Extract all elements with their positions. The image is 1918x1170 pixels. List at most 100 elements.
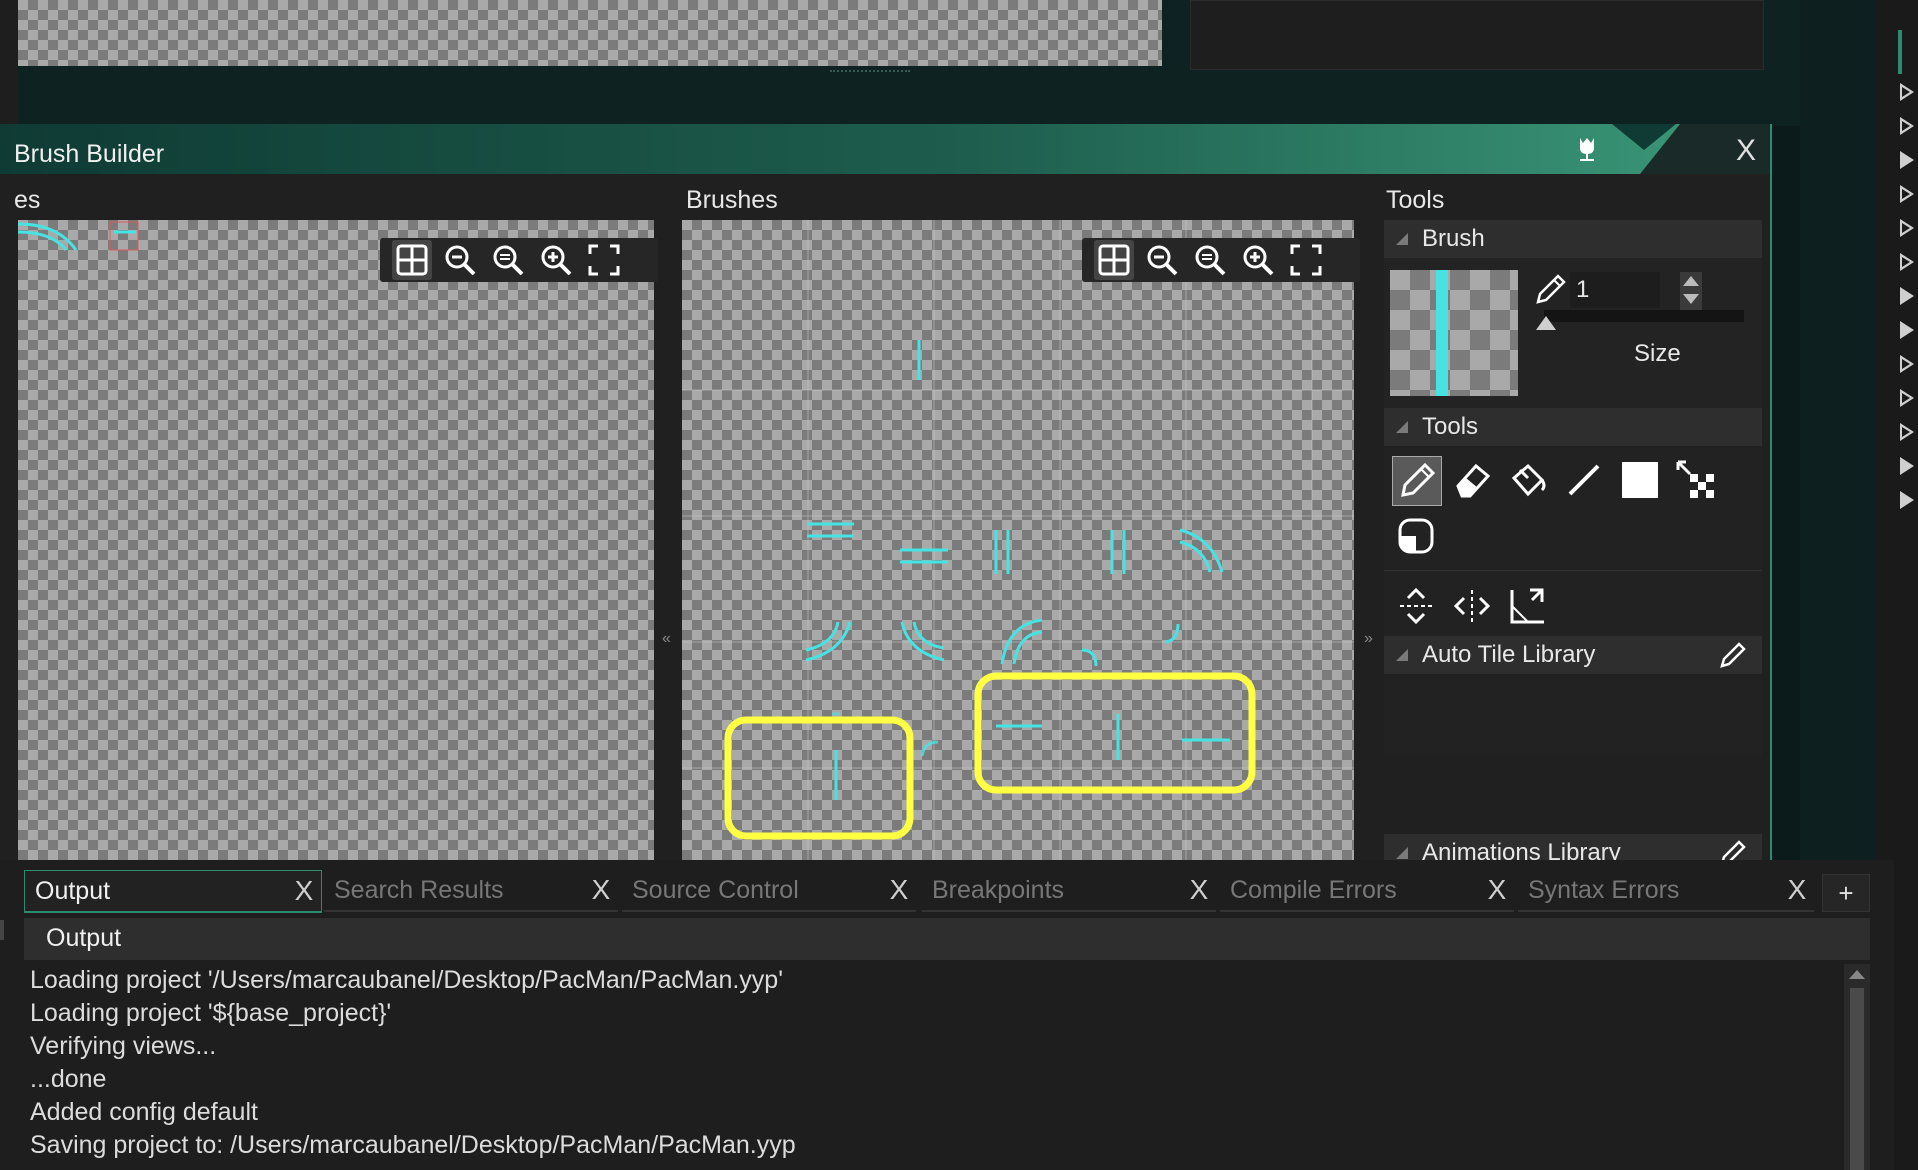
add-tab-button[interactable]: + [1822, 874, 1870, 912]
log-line: Loading project '${base_project}' [30, 999, 392, 1027]
tab-close-button[interactable]: X [287, 875, 321, 907]
brushes-panel-header: Brushes [686, 186, 778, 214]
zoom-in-icon[interactable] [536, 240, 576, 280]
line-tool-button[interactable] [1560, 456, 1608, 504]
tileset-canvas[interactable] [18, 220, 654, 860]
grid-toggle-icon[interactable] [392, 240, 432, 280]
expand-arrow-icon[interactable] [1900, 423, 1914, 441]
zoom-out-icon[interactable] [1142, 240, 1182, 280]
select-tool-button[interactable] [1672, 456, 1720, 504]
pencil-icon [1532, 272, 1568, 308]
tab-syntax-errors[interactable]: Syntax Errors X [1518, 870, 1814, 912]
output-scrollbar[interactable] [1844, 964, 1870, 1170]
pin-icon[interactable] [1572, 134, 1602, 164]
line-icon [1568, 464, 1600, 496]
output-header-bar: Output [24, 918, 1870, 960]
collapse-left-handle[interactable]: « [662, 630, 671, 648]
expand-arrow-icon[interactable] [1900, 321, 1914, 339]
tab-close-button[interactable]: X [882, 874, 916, 906]
left-panel-header: es [14, 186, 41, 214]
auto-tile-section-header[interactable]: Auto Tile Library [1384, 636, 1762, 674]
ellipse-tool-button[interactable] [1392, 512, 1440, 560]
log-line: ...done [30, 1065, 107, 1093]
brush-section-header[interactable]: Brush [1384, 220, 1762, 258]
log-line: Loading project '/Users/marcaubanel/Desk… [30, 966, 783, 994]
flip-vertical-icon [1400, 587, 1432, 625]
stepper-down-icon[interactable] [1683, 294, 1699, 304]
size-stepper[interactable] [1680, 272, 1702, 310]
tab-breakpoints[interactable]: Breakpoints X [922, 870, 1216, 912]
ellipse-icon [1398, 518, 1434, 554]
pencil-icon [1401, 462, 1436, 497]
tab-compile-errors[interactable]: Compile Errors X [1220, 870, 1514, 912]
brushes-grid-and-tiles [682, 220, 1354, 860]
rectangle-icon [1622, 462, 1658, 498]
rotate-button[interactable] [1504, 582, 1552, 630]
expand-arrow-icon[interactable] [1900, 253, 1914, 271]
tools-section-header[interactable]: Tools [1384, 408, 1762, 446]
tileset-tile-art [18, 221, 139, 251]
expand-arrow-icon[interactable] [1900, 389, 1914, 407]
expand-arrow-icon[interactable] [1900, 287, 1914, 305]
tools-divider [1384, 570, 1762, 571]
brush-size-input[interactable]: 1 [1570, 272, 1660, 308]
eraser-tool-button[interactable] [1448, 456, 1496, 504]
size-slider-track[interactable] [1544, 310, 1744, 322]
window-close-button[interactable]: X [1736, 134, 1756, 168]
scroll-up-arrow-icon[interactable] [1849, 970, 1865, 979]
collapse-triangle-icon [1396, 847, 1408, 859]
fill-tool-button[interactable] [1504, 456, 1552, 504]
tab-close-button[interactable]: X [584, 874, 618, 906]
collapse-triangle-icon [1396, 421, 1408, 433]
output-log: Loading project '/Users/marcaubanel/Desk… [24, 964, 1844, 1170]
expand-arrow-icon[interactable] [1900, 185, 1914, 203]
collapse-triangle-icon [1396, 233, 1408, 245]
fullscreen-icon[interactable] [584, 240, 624, 280]
zoom-out-icon[interactable] [440, 240, 480, 280]
top-resize-grip[interactable] [830, 70, 910, 76]
flip-vertical-button[interactable] [1392, 582, 1440, 630]
window-title: Brush Builder [14, 140, 165, 168]
size-slider-thumb[interactable] [1536, 316, 1556, 330]
tab-source-control[interactable]: Source Control X [622, 870, 916, 912]
rotate-icon [1510, 588, 1544, 624]
rectangle-tool-button[interactable] [1616, 456, 1664, 504]
grid-toggle-icon[interactable] [1094, 240, 1134, 280]
zoom-reset-icon[interactable] [488, 240, 528, 280]
expand-arrow-icon[interactable] [1900, 457, 1914, 475]
zoom-in-icon[interactable] [1238, 240, 1278, 280]
tab-close-button[interactable]: X [1480, 874, 1514, 906]
select-icon [1676, 460, 1714, 498]
edit-pencil-icon[interactable] [1718, 640, 1748, 670]
edit-pencil-icon[interactable] [1718, 838, 1748, 860]
tab-close-button[interactable]: X [1182, 874, 1216, 906]
stepper-up-icon[interactable] [1683, 276, 1699, 286]
tab-output[interactable]: Output X [24, 870, 322, 913]
top-canvas [18, 0, 1162, 66]
expand-arrow-icon[interactable] [1900, 219, 1914, 237]
animations-section-header[interactable]: Animations Library [1384, 834, 1762, 860]
tab-close-button[interactable]: X [1780, 874, 1814, 906]
flip-horizontal-button[interactable] [1448, 582, 1496, 630]
far-right-strip [1894, 0, 1918, 1170]
tab-label: Source Control [632, 875, 799, 904]
expand-arrow-icon[interactable] [1900, 491, 1914, 509]
collapse-right-handle[interactable]: » [1364, 630, 1373, 648]
zoom-reset-icon[interactable] [1190, 240, 1230, 280]
highlight-box-left [724, 716, 914, 840]
expand-arrow-icon[interactable] [1900, 151, 1914, 169]
tab-label: Syntax Errors [1528, 875, 1680, 904]
fullscreen-icon[interactable] [1286, 240, 1326, 280]
pencil-tool-button[interactable] [1392, 456, 1442, 506]
tab-search-results[interactable]: Search Results X [324, 870, 618, 912]
tools-panel-header: Tools [1386, 186, 1445, 214]
brushes-canvas[interactable] [682, 220, 1354, 860]
brush-preview-line [1436, 270, 1448, 396]
window-title-bar[interactable]: Brush Builder X [0, 124, 1770, 174]
scrollbar-thumb[interactable] [1850, 988, 1864, 1170]
log-line: Saving project to: /Users/marcaubanel/De… [30, 1131, 796, 1159]
expand-arrow-icon[interactable] [1900, 355, 1914, 373]
expand-arrow-icon[interactable] [1900, 117, 1914, 135]
expand-arrow-icon[interactable] [1900, 83, 1914, 101]
far-right-active-marker [1898, 30, 1902, 74]
